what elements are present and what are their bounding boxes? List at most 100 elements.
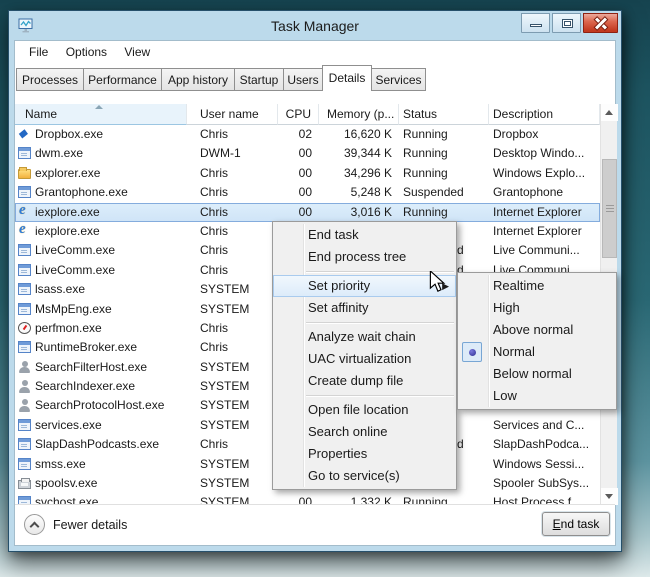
user-icon [18, 380, 31, 393]
process-description: SlapDashPodca... [493, 437, 590, 452]
scroll-up-button[interactable] [601, 104, 618, 121]
process-name: SearchIndexer.exe [35, 379, 136, 394]
scroll-down-button[interactable] [601, 488, 618, 505]
column-header-memory[interactable]: Memory (p... [319, 104, 399, 125]
submenu-item-above-normal[interactable]: Above normal [458, 319, 616, 341]
ie-icon [18, 222, 31, 239]
table-row[interactable]: Grantophone.exe Chris 00 5,248 K Suspend… [15, 183, 600, 202]
desktop-background: Task Manager File Options View Processes… [0, 0, 650, 577]
user-icon [18, 399, 31, 412]
process-user: SYSTEM [200, 282, 250, 297]
window-icon [18, 147, 31, 160]
fewer-details-button[interactable] [24, 514, 45, 535]
column-header-status[interactable]: Status [399, 104, 489, 125]
menu-item-end-task[interactable]: End task [273, 224, 456, 246]
tab-strip: Processes Performance App history Startu… [16, 65, 426, 91]
gauge-icon [18, 321, 31, 334]
process-status: Running [403, 127, 448, 141]
tab-app-history[interactable]: App history [162, 68, 235, 91]
menu-view[interactable]: View [117, 41, 157, 59]
submenu-item-normal[interactable]: Normal [458, 341, 616, 363]
maximize-button[interactable] [552, 13, 581, 33]
process-name: lsass.exe [35, 282, 86, 297]
process-description: Grantophone [493, 185, 564, 200]
process-cpu: 02 [298, 127, 312, 141]
process-name: Grantophone.exe [35, 185, 128, 200]
table-row[interactable]: Dropbox.exe Chris 02 16,620 K Running Dr… [15, 125, 600, 144]
window-icon [18, 244, 31, 257]
process-user: DWM-1 [200, 146, 241, 161]
tab-details[interactable]: Details [322, 65, 372, 91]
window-icon [18, 283, 31, 296]
process-status: Suspended [403, 185, 464, 200]
column-header-description[interactable]: Description [489, 104, 600, 125]
process-name: iexplore.exe [35, 204, 100, 219]
tab-users[interactable]: Users [284, 68, 323, 91]
menu-item-open-file-location[interactable]: Open file location [273, 399, 456, 421]
process-name: MsMpEng.exe [35, 301, 112, 316]
process-user: Chris [200, 340, 229, 355]
process-cpu: 00 [298, 204, 312, 219]
column-header-user-name[interactable]: User name [187, 104, 278, 125]
footer-bar: Fewer details End task [15, 504, 615, 545]
table-row[interactable]: iexplore.exe Chris 00 3,016 K Running In… [15, 202, 600, 222]
submenu-item-high[interactable]: High [458, 297, 616, 319]
process-user: SYSTEM [200, 417, 250, 432]
end-task-button[interactable]: End task [542, 512, 610, 536]
submenu-item-below-normal[interactable]: Below normal [458, 363, 616, 385]
process-description: Internet Explorer [493, 223, 582, 238]
ie-icon [18, 203, 31, 220]
menu-item-create-dump-file[interactable]: Create dump file [273, 370, 456, 392]
process-name: explorer.exe [35, 165, 101, 180]
process-description: Dropbox [493, 127, 539, 141]
tab-startup[interactable]: Startup [235, 68, 284, 91]
process-user: SYSTEM [200, 476, 250, 491]
process-name: Dropbox.exe [35, 127, 104, 141]
menu-item-set-affinity[interactable]: Set affinity [273, 297, 456, 319]
menu-separator [306, 322, 454, 323]
process-memory: 34,296 K [343, 165, 392, 180]
table-row[interactable]: explorer.exe Chris 00 34,296 K Running W… [15, 164, 600, 183]
menu-item-uac-virtualization[interactable]: UAC virtualization [273, 348, 456, 370]
scrollbar-thumb[interactable] [602, 159, 617, 258]
list-header: Name User name CPU Memory (p... Status D… [15, 104, 600, 125]
process-user: Chris [200, 437, 229, 452]
tab-performance[interactable]: Performance [84, 68, 162, 91]
process-name: perfmon.exe [35, 320, 102, 335]
process-status: Running [403, 204, 448, 219]
minimize-button[interactable] [521, 13, 550, 33]
window-icon [18, 341, 31, 354]
menu-item-search-online[interactable]: Search online [273, 421, 456, 443]
scroll-up-icon [605, 110, 613, 115]
submenu-item-realtime[interactable]: Realtime [458, 275, 616, 297]
chevron-up-icon [29, 521, 40, 532]
submenu-item-low[interactable]: Low [458, 385, 616, 407]
folder-icon [18, 166, 31, 179]
process-user: SYSTEM [200, 301, 250, 316]
set-priority-submenu: Realtime High Above normal Normal Below … [457, 272, 617, 410]
process-memory: 5,248 K [350, 185, 392, 200]
process-user: SYSTEM [200, 398, 250, 413]
process-name: iexplore.exe [35, 223, 100, 238]
process-description: Windows Explo... [493, 165, 586, 180]
close-button[interactable] [583, 13, 618, 33]
process-name: smss.exe [35, 456, 86, 471]
tab-processes[interactable]: Processes [16, 68, 84, 91]
printer-icon [18, 478, 31, 490]
menu-file[interactable]: File [22, 41, 55, 59]
window-icon [18, 263, 31, 276]
menu-item-analyze-wait-chain[interactable]: Analyze wait chain [273, 326, 456, 348]
process-user: SYSTEM [200, 359, 250, 374]
column-header-name[interactable]: Name [15, 104, 187, 125]
menu-options[interactable]: Options [59, 41, 114, 59]
menu-item-properties[interactable]: Properties [273, 443, 456, 465]
sort-ascending-icon [95, 105, 103, 109]
tab-services[interactable]: Services [372, 68, 426, 91]
process-memory: 3,016 K [350, 204, 392, 219]
column-header-cpu[interactable]: CPU [278, 104, 319, 125]
menu-item-go-to-services[interactable]: Go to service(s) [273, 465, 456, 487]
menu-item-end-process-tree[interactable]: End process tree [273, 246, 456, 268]
table-row[interactable]: dwm.exe DWM-1 00 39,344 K Running Deskto… [15, 144, 600, 163]
fewer-details-label[interactable]: Fewer details [53, 518, 127, 532]
process-memory: 16,620 K [343, 127, 392, 141]
